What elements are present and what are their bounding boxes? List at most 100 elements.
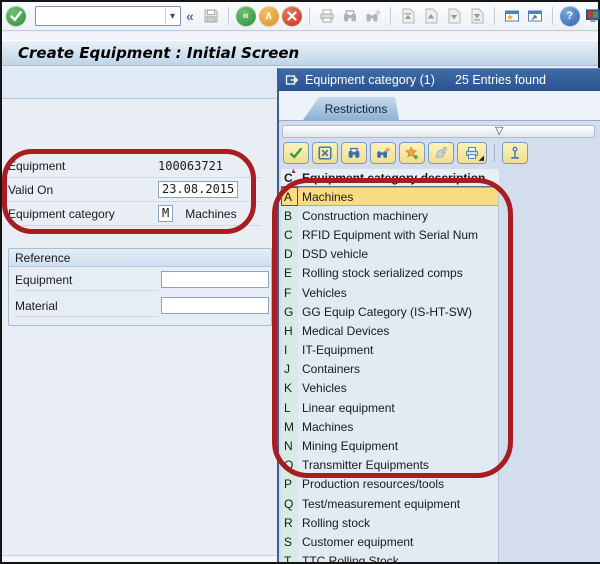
list-item[interactable]: L Linear equipment — [281, 398, 600, 417]
create-shortcut-button[interactable] — [525, 6, 545, 26]
category-key-cell[interactable]: J — [281, 360, 298, 379]
category-key-cell[interactable]: G — [281, 302, 298, 321]
list-item[interactable]: O Transmitter Equipments — [281, 456, 600, 475]
last-page-button[interactable] — [467, 6, 487, 26]
find-button[interactable] — [340, 6, 360, 26]
list-item[interactable]: N Mining Equipment — [281, 436, 600, 455]
continue-button[interactable] — [283, 142, 309, 164]
category-description-cell[interactable]: GG Equip Category (IS-HT-SW) — [298, 302, 499, 321]
display-help-button[interactable]: ? — [428, 142, 454, 164]
equipment-category-field[interactable]: M — [158, 205, 173, 222]
expand-restrictions-icon[interactable]: ▽ — [495, 124, 503, 138]
command-input[interactable] — [35, 6, 181, 26]
list-item[interactable]: T TTC Rolling Stock — [281, 552, 600, 562]
category-description-cell[interactable]: Production resources/tools — [298, 475, 499, 494]
save-button[interactable] — [201, 6, 221, 26]
popup-find-button[interactable] — [341, 142, 367, 164]
list-item[interactable]: C RFID Equipment with Serial Num — [281, 225, 600, 244]
valid-on-field[interactable]: 23.08.2015 — [158, 181, 238, 198]
list-item[interactable]: E Rolling stock serialized comps — [281, 264, 600, 283]
category-description-cell[interactable]: Rolling stock — [298, 513, 499, 532]
reference-equipment-input[interactable] — [161, 271, 269, 288]
column-header-description[interactable]: Equipment category description — [298, 171, 485, 185]
list-item[interactable]: H Medical Devices — [281, 321, 600, 340]
category-description-cell[interactable]: Customer equipment — [298, 532, 499, 551]
print-dropdown-icon[interactable]: ◢ — [479, 155, 484, 162]
category-key-cell[interactable]: Q — [281, 494, 298, 513]
category-key-cell[interactable]: O — [281, 456, 298, 475]
category-description-cell[interactable]: Rolling stock serialized comps — [298, 264, 499, 283]
category-key-cell[interactable]: K — [281, 379, 298, 398]
list-item[interactable]: R Rolling stock — [281, 513, 600, 532]
new-session-button[interactable] — [502, 6, 522, 26]
category-description-cell[interactable]: DSD vehicle — [298, 245, 499, 264]
category-key-cell[interactable]: H — [281, 321, 298, 340]
toolbar-separator — [228, 7, 229, 25]
category-key-cell[interactable]: S — [281, 532, 298, 551]
list-item[interactable]: D DSD vehicle — [281, 245, 600, 264]
help-button[interactable]: ? — [560, 6, 580, 26]
reference-material-input[interactable] — [161, 297, 269, 314]
category-description-cell[interactable]: Medical Devices — [298, 321, 499, 340]
list-item[interactable]: M Machines — [281, 417, 600, 436]
hide-command-icon[interactable]: « — [182, 8, 198, 24]
popup-find-next-button[interactable] — [370, 142, 396, 164]
list-item[interactable]: J Containers — [281, 360, 600, 379]
list-item[interactable]: G GG Equip Category (IS-HT-SW) — [281, 302, 600, 321]
category-description-cell[interactable]: Containers — [298, 360, 499, 379]
category-key-cell[interactable]: I — [281, 341, 298, 360]
add-to-favorites-button[interactable] — [399, 142, 425, 164]
list-item[interactable]: S Customer equipment — [281, 532, 600, 551]
category-description-cell[interactable]: Vehicles — [298, 283, 499, 302]
category-description-cell[interactable]: TTC Rolling Stock — [298, 552, 499, 562]
customize-layout-button[interactable] — [583, 6, 600, 26]
command-dropdown-icon[interactable]: ▾ — [165, 8, 179, 24]
category-key-cell[interactable]: P — [281, 475, 298, 494]
equipment-value[interactable]: 100063721 — [158, 159, 223, 173]
print-button[interactable] — [317, 6, 337, 26]
category-key-cell[interactable]: T — [281, 552, 298, 562]
back-button[interactable]: « — [236, 6, 256, 26]
list-item[interactable]: I IT-Equipment — [281, 341, 600, 360]
category-description-cell[interactable]: Machines — [298, 187, 499, 206]
find-next-button[interactable] — [363, 6, 383, 26]
column-header-category[interactable]: C ▲ — [281, 171, 298, 185]
restrictions-collapsed-panel[interactable]: ▽ — [282, 125, 595, 138]
category-key-cell[interactable]: B — [281, 206, 298, 225]
list-item[interactable]: A Machines — [281, 187, 600, 206]
category-key-cell[interactable]: R — [281, 513, 298, 532]
enter-button[interactable] — [6, 6, 26, 26]
category-description-cell[interactable]: Transmitter Equipments — [298, 456, 499, 475]
category-description-cell[interactable]: RFID Equipment with Serial Num — [298, 225, 499, 244]
exit-button[interactable]: ∧ — [259, 6, 279, 26]
category-description-cell[interactable]: Mining Equipment — [298, 436, 499, 455]
list-item[interactable]: B Construction machinery — [281, 206, 600, 225]
list-item[interactable]: F Vehicles — [281, 283, 600, 302]
page-up-button[interactable] — [421, 6, 441, 26]
category-key-cell[interactable]: D — [281, 245, 298, 264]
category-description-cell[interactable]: IT-Equipment — [298, 341, 499, 360]
category-description-cell[interactable]: Construction machinery — [298, 206, 499, 225]
tab-restrictions[interactable]: Restrictions — [303, 97, 399, 120]
category-description-cell[interactable]: Test/measurement equipment — [298, 494, 499, 513]
list-item[interactable]: K Vehicles — [281, 379, 600, 398]
category-key-cell[interactable]: C — [281, 225, 298, 244]
category-description-cell[interactable]: Machines — [298, 417, 499, 436]
category-key-cell[interactable]: N — [281, 436, 298, 455]
hold-list-button[interactable] — [502, 142, 528, 164]
category-description-cell[interactable]: Vehicles — [298, 379, 499, 398]
popup-title-bar[interactable]: Equipment category (1) 25 Entries found — [279, 69, 600, 91]
cancel-button[interactable] — [282, 6, 302, 26]
list-item[interactable]: P Production resources/tools — [281, 475, 600, 494]
category-key-cell[interactable]: L — [281, 398, 298, 417]
category-description-cell[interactable]: Linear equipment — [298, 398, 499, 417]
page-down-button[interactable] — [444, 6, 464, 26]
first-page-button[interactable] — [398, 6, 418, 26]
category-key-cell[interactable]: E — [281, 264, 298, 283]
popup-print-button[interactable]: ◢ — [457, 142, 487, 164]
popup-cancel-button[interactable] — [312, 142, 338, 164]
category-key-cell[interactable]: A — [281, 187, 298, 206]
category-key-cell[interactable]: F — [281, 283, 298, 302]
category-key-cell[interactable]: M — [281, 417, 298, 436]
list-item[interactable]: Q Test/measurement equipment — [281, 494, 600, 513]
